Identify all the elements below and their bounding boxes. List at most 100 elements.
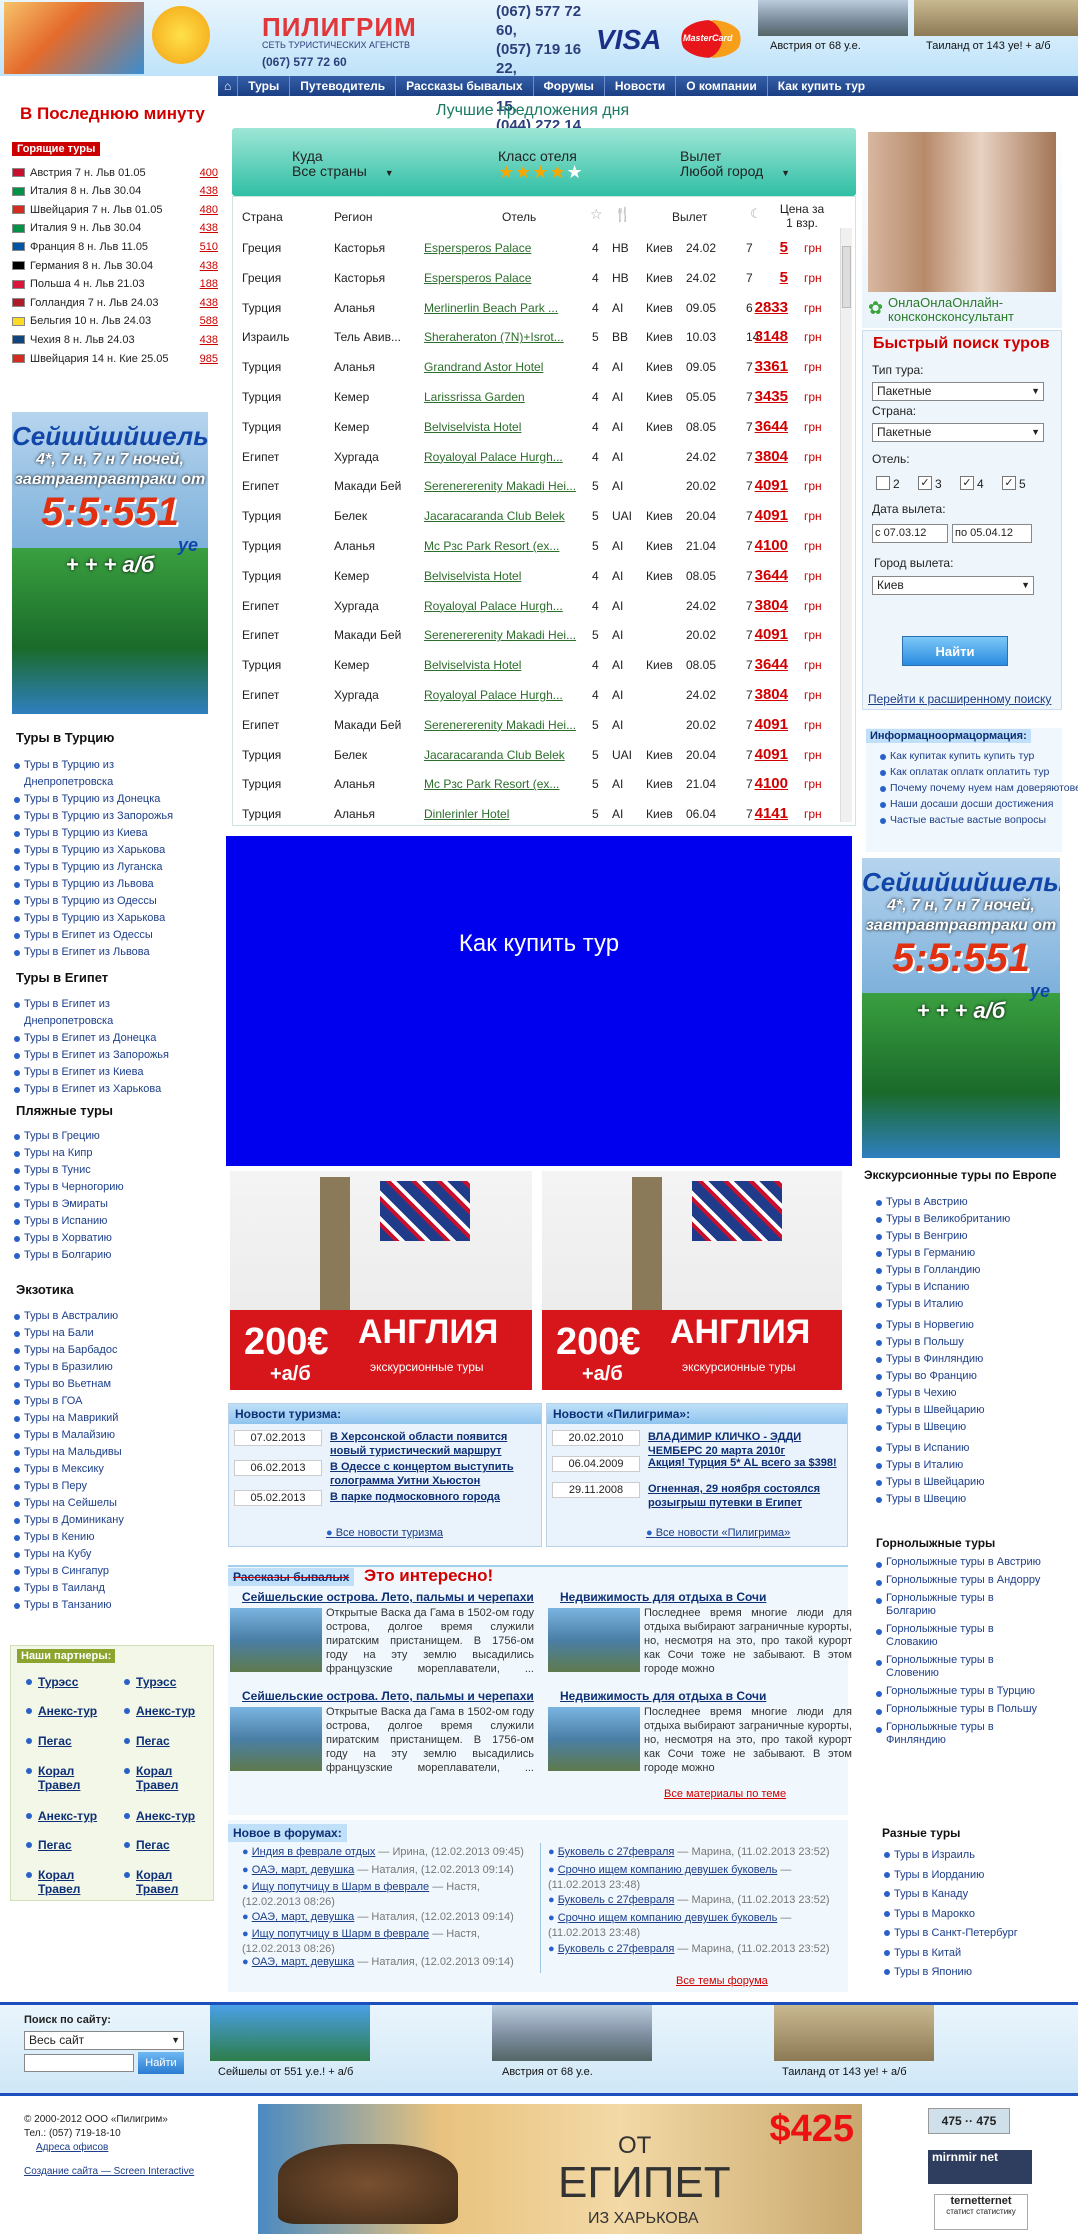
- article-title[interactable]: Сейшельские острова. Лето, пальмы и чере…: [242, 1590, 534, 1604]
- news-title[interactable]: Акция! Турция 5* AL всего за $398!: [648, 1456, 837, 1472]
- partner-link[interactable]: Корал Травел: [26, 1868, 118, 1896]
- menu-guide[interactable]: Путеводитель: [290, 76, 397, 96]
- forum-topic[interactable]: ● Буковель с 27февраля — Марина, (11.02.…: [548, 1942, 844, 1957]
- partner-link[interactable]: Пегас: [26, 1734, 118, 1748]
- europe-item[interactable]: Туры в Швейцарию: [874, 1402, 1010, 1419]
- offer-hotel-link[interactable]: Grandrand Astor Hotel: [424, 360, 584, 374]
- partner-link[interactable]: Корал Травел: [124, 1868, 216, 1896]
- counter-3[interactable]: ternetternet статист статистику: [934, 2194, 1028, 2230]
- left-menu-item[interactable]: Туры в Танзанию: [12, 1597, 222, 1614]
- meal-col-icon[interactable]: 🍴: [614, 206, 631, 223]
- table-row[interactable]: Турция Кемер Belviselvista Hotel 4 AI Киев 08.…: [0, 413, 836, 443]
- europe-item[interactable]: Туры в Финляндию: [874, 1351, 1010, 1368]
- star-checkbox[interactable]: [876, 476, 890, 490]
- forum-topic-title[interactable]: ОАЭ, март, девушка: [252, 1956, 355, 1968]
- left-menu-item[interactable]: Туры в Австралию: [12, 1308, 222, 1325]
- scroll-thumb[interactable]: [842, 246, 851, 308]
- offer-hotel-link[interactable]: Jacaracaranda Club Belek: [424, 509, 584, 523]
- europe-item[interactable]: Туры во Францию: [874, 1368, 1010, 1385]
- partner-link[interactable]: Корал Травел: [26, 1764, 118, 1792]
- offer-hotel-link[interactable]: Merlinerlin Beach Park ...: [424, 301, 584, 315]
- left-menu-item[interactable]: Туры в Бразилию: [12, 1359, 222, 1376]
- table-row[interactable]: Турция Кемер Belviselvista Hotel 4 AI Киев 08.…: [0, 651, 836, 681]
- forum-topic[interactable]: ● ОАЭ, март, девушка — Наталия, (12.02.2…: [242, 1955, 532, 1970]
- ski-item[interactable]: Горнолыжные туры в Финляндию: [874, 1721, 1044, 1747]
- table-row[interactable]: Турция Белек Jacaracaranda Club Belek 5 UAI К…: [0, 502, 836, 532]
- star-col-icon[interactable]: ☆: [590, 206, 603, 223]
- where-select[interactable]: Все страны ▼: [292, 163, 394, 179]
- partner-link[interactable]: Турэсс: [26, 1675, 118, 1689]
- forum-topic[interactable]: ● Ищу попутчицу в Шарм в феврале — Настя…: [242, 1880, 532, 1910]
- counter-2[interactable]: mirnmir net: [928, 2150, 1032, 2184]
- table-row[interactable]: Турция Аланья Merlinerlin Beach Park ... 4 A…: [0, 294, 836, 324]
- col-region[interactable]: Регион: [334, 210, 373, 224]
- europe-item[interactable]: Туры в Австрию: [874, 1194, 1010, 1211]
- offer-hotel-link[interactable]: Mc Pзс Park Resort (ex...: [424, 777, 584, 791]
- egypt-banner[interactable]: $425 ОТ ЕГИПЕТ ИЗ ХАРЬКОВА: [258, 2104, 862, 2234]
- news-title[interactable]: В Херсонской области появится новый тури…: [330, 1430, 534, 1458]
- news-title[interactable]: В Одессе с концертом выступить голограмм…: [330, 1460, 534, 1488]
- table-row[interactable]: Египет Хургада Royaloyal Palace Hurgh... 4 A…: [0, 681, 836, 711]
- offer-hotel-link[interactable]: Jacaracaranda Club Belek: [424, 748, 584, 762]
- article-photo[interactable]: [548, 1707, 640, 1771]
- footer-promo-seychelles-caption[interactable]: Сейшелы от 551 у.е.! + а/б: [218, 2066, 353, 2078]
- ski-item[interactable]: Горнолыжные туры в Андорру: [874, 1574, 1044, 1587]
- misc-item[interactable]: Туры в Израиль: [882, 1846, 1018, 1866]
- forum-topic[interactable]: ● Индия в феврале отдых — Ирина, (12.02.…: [242, 1845, 532, 1860]
- table-row[interactable]: Египет Хургада Royaloyal Palace Hurgh... 4 A…: [0, 443, 836, 473]
- left-menu-item[interactable]: Туры в Эмираты: [12, 1196, 222, 1213]
- footer-promo-thailand-caption[interactable]: Таиланд от 143 уе! + а/б: [782, 2066, 907, 2078]
- table-row[interactable]: Турция Кемер Larissrissa Garden 4 AI Киев 05.0…: [0, 383, 836, 413]
- left-menu-item[interactable]: Туры в Турцию из Львова: [12, 876, 222, 893]
- article-title[interactable]: Недвижимость для отдыха в Сочи: [560, 1689, 766, 1703]
- left-menu-item[interactable]: Туры в Египет из Донецка: [12, 1030, 222, 1047]
- table-row[interactable]: Турция Аланья Dinlerinler Hotel 5 AI Киев 06.0…: [0, 800, 836, 830]
- left-menu-item[interactable]: Туры на Бали: [12, 1325, 222, 1342]
- info-item[interactable]: Почему почему нуем нам доверяютоверяювея…: [878, 780, 1078, 796]
- hot-tour-row[interactable]: Австрия 7 н. Льв 01.05 400: [12, 163, 218, 182]
- left-menu-item[interactable]: Туры на Сейшелы: [12, 1495, 222, 1512]
- promo-top-thailand-caption[interactable]: Таиланд от 143 уе! + а/б: [926, 40, 1051, 52]
- forum-topic-title[interactable]: Срочно ищем компанию девушек буковель: [558, 1864, 778, 1876]
- ski-item[interactable]: Горнолыжные туры в Словению: [874, 1654, 1044, 1680]
- offer-hotel-link[interactable]: Royaloyal Palace Hurgh...: [424, 450, 584, 464]
- menu-news[interactable]: Новости: [605, 76, 677, 96]
- how-to-buy-banner[interactable]: Как купить тур: [226, 836, 852, 1166]
- search-button[interactable]: Найти: [902, 636, 1008, 666]
- left-menu-item[interactable]: Туры в Испанию: [12, 1213, 222, 1230]
- consultant-banner[interactable]: ✿ ОнлаОнлаОнлайн-консконсконсультант: [862, 128, 1062, 328]
- left-menu-item[interactable]: Туры в Кению: [12, 1529, 222, 1546]
- hot-tour-row[interactable]: Швейцария 7 н. Льв 01.05 480: [12, 200, 218, 219]
- europe-item[interactable]: Туры в Германию: [874, 1245, 1010, 1262]
- city-select[interactable]: Киев: [872, 576, 1034, 595]
- menu-stories[interactable]: Рассказы бывалых: [396, 76, 534, 96]
- ski-item[interactable]: Горнолыжные туры в Словакию: [874, 1623, 1044, 1649]
- promo-top-austria-image[interactable]: [758, 0, 908, 36]
- offer-hotel-link[interactable]: Royaloyal Palace Hurgh...: [424, 599, 584, 613]
- left-menu-item[interactable]: Туры на Барбадос: [12, 1342, 222, 1359]
- europe-item[interactable]: Туры в Польшу: [874, 1334, 1010, 1351]
- table-scrollbar[interactable]: [840, 228, 852, 822]
- star-checkbox[interactable]: ✓: [960, 476, 974, 490]
- tourism-news-item[interactable]: 06.02.2013 В Одессе с концертом выступить…: [234, 1460, 534, 1488]
- europe-item[interactable]: Туры в Швейцарию: [874, 1474, 1010, 1491]
- offer-hotel-link[interactable]: Belviselvista Hotel: [424, 420, 584, 434]
- forum-topic[interactable]: ● ОАЭ, март, девушка — Наталия, (12.02.2…: [242, 1910, 532, 1925]
- forum-topic[interactable]: ● Буковель с 27февраля — Марина, (11.02.…: [548, 1893, 844, 1908]
- europe-item[interactable]: Туры в Испанию: [874, 1279, 1010, 1296]
- news-title[interactable]: В парке подмосковного города: [330, 1490, 500, 1506]
- offer-hotel-link[interactable]: Sheraheraton (7N)+Isrot...: [424, 330, 584, 344]
- hot-tour-row[interactable]: Италия 8 н. Льв 30.04 438: [12, 182, 218, 201]
- table-row[interactable]: Греция Касторья Espersperos Palace 4 HB Киев 2…: [0, 234, 836, 264]
- left-menu-item[interactable]: Туры в Сингапур: [12, 1563, 222, 1580]
- article-photo[interactable]: [548, 1608, 640, 1672]
- info-item[interactable]: Как оплатак оплатк оплатить тур: [878, 764, 1078, 780]
- hot-tour-price[interactable]: 438: [200, 185, 218, 197]
- europe-item[interactable]: Туры в Швецию: [874, 1419, 1010, 1436]
- news-title[interactable]: Огненная, 29 ноября состоялся розыгрыш п…: [648, 1482, 844, 1510]
- europe-item[interactable]: Туры в Италию: [874, 1457, 1010, 1474]
- forum-topic[interactable]: ● ОАЭ, март, девушка — Наталия, (12.02.2…: [242, 1863, 532, 1878]
- all-pilgrim-news-link[interactable]: ● Все новости «Пилигрима»: [646, 1527, 790, 1539]
- left-menu-item[interactable]: Туры в Египет из Киева: [12, 1064, 222, 1081]
- offer-hotel-link[interactable]: Serenererenity Makadi Hei...: [424, 628, 584, 642]
